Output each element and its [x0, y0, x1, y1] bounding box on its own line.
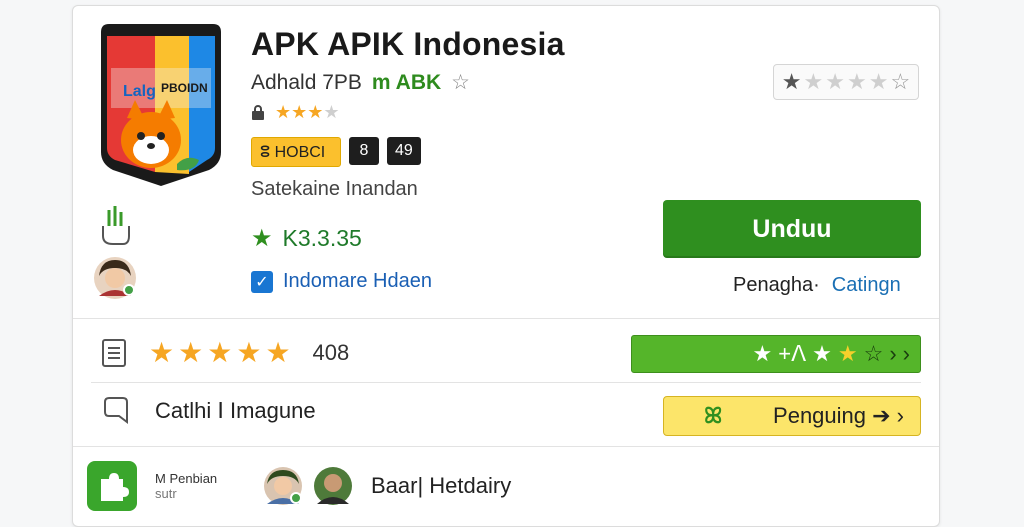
star-empty-icon: ★ [323, 102, 340, 122]
star-filled-icon: ★ [291, 102, 308, 122]
yellow-action-button[interactable]: ꕤ Penguing ➔ › [663, 396, 921, 436]
star-icon: ☆ [863, 341, 884, 366]
star-filled-icon: ★ [207, 337, 233, 368]
chevron-right-icon: › [889, 341, 897, 366]
user-avatar[interactable] [93, 256, 137, 300]
footer-app-icon[interactable] [87, 461, 137, 511]
document-icon [102, 338, 126, 367]
footer-text: M Penbian sutr [155, 471, 245, 501]
app-icon[interactable]: Lalg PBOIDN [93, 22, 229, 188]
developer-name[interactable]: Adhald 7PB [251, 71, 362, 95]
star-filled-icon: ★ [307, 102, 324, 122]
lock-icon [252, 104, 264, 120]
star-filled-icon: ★ [236, 337, 262, 368]
star-icon: +ⴷ [778, 341, 807, 366]
download-button[interactable]: Unduu [663, 200, 921, 258]
footer-avatar-1[interactable] [263, 466, 303, 506]
svg-text:Lalg: Lalg [123, 83, 156, 100]
star-filled-icon: ★ [178, 337, 204, 368]
tag-icon [104, 397, 128, 424]
meta-link[interactable]: Catingn [832, 274, 901, 297]
footer-avatar-2[interactable] [313, 466, 353, 506]
divider [73, 318, 939, 319]
puzzle-icon [101, 473, 129, 501]
rating-box[interactable]: ★ ★ ★ ★ ★ ☆ [773, 64, 919, 100]
image-label: Catlhi ⵏ Imagune [155, 398, 316, 423]
checkbox-row[interactable]: ✓ Indomare Hdaen [251, 270, 432, 293]
review-bar-button[interactable]: ★ +ⴷ ★ ★ ☆ › › [631, 335, 921, 373]
app-subtitle: Satekaine Inandan [251, 178, 418, 200]
footer-row: M Penbian sutr Baar| Hetdairy [87, 458, 923, 514]
star-icon: ★ [752, 341, 773, 366]
footer-text-line2: sutr [155, 486, 177, 501]
category-chip[interactable]: ⵓ HOBCI [251, 137, 341, 167]
star-empty-icon[interactable]: ★ [804, 69, 824, 95]
meta-row: Penagha· Catingn [733, 274, 901, 297]
star-icon: ★ [812, 341, 832, 366]
small-stars: ★★★★ [275, 102, 340, 123]
star-outline-icon[interactable]: ☆ [451, 70, 470, 95]
chip-row: ⵓ HOBCI 8 49 [251, 137, 421, 167]
age-chip: 8 [349, 137, 379, 165]
star-outline-icon[interactable]: ☆ [890, 69, 910, 95]
star-icon: ★ [837, 341, 858, 366]
star-filled-icon[interactable]: ★ [782, 69, 802, 95]
checkbox-label: Indomare Hdaen [283, 270, 432, 292]
meta-label: Penagha· [733, 274, 820, 296]
footer-text-line1: M Penbian [155, 471, 218, 486]
star-empty-icon[interactable]: ★ [825, 69, 845, 95]
chevron-right-icon: › [902, 341, 910, 366]
review-count: 408 [312, 339, 350, 365]
size-chip: 49 [387, 137, 421, 165]
star-filled-icon: ★ [275, 102, 292, 122]
reviews-row: ★ ★ ★ ★ ★ 408 [101, 336, 349, 369]
image-row: Catlhi ⵏ Imagune [101, 396, 316, 426]
small-rating-row: ★★★★ [251, 102, 340, 123]
divider [91, 382, 921, 383]
yellow-button-label: Penguing ➔ › [773, 403, 904, 428]
checkbox[interactable]: ✓ [251, 270, 273, 293]
hand-icon [102, 206, 130, 245]
footer-label: Baar| Hetdairy [371, 473, 512, 498]
developer-badge: m ABK [371, 70, 442, 94]
review-stars: ★ ★ ★ ★ ★ [149, 336, 291, 369]
app-title: APK APIK Indonesia [251, 26, 565, 62]
star-filled-icon: ★ [251, 225, 273, 252]
developer-row: Adhald 7PB m ABK ☆ [251, 70, 470, 95]
star-filled-icon: ★ [149, 337, 175, 368]
price-row: ★ K3.3.35 [251, 224, 362, 253]
star-empty-icon[interactable]: ★ [847, 69, 867, 95]
star-filled-icon: ★ [265, 337, 291, 368]
clover-icon: ꕤ [704, 403, 723, 428]
divider [73, 446, 939, 447]
app-card: Lalg PBOIDN APK APIK Indonesia Adhald 7P… [72, 5, 940, 527]
star-empty-icon[interactable]: ★ [869, 69, 889, 95]
svg-text:PBOIDN: PBOIDN [161, 81, 208, 95]
price-value: K3.3.35 [282, 225, 362, 251]
